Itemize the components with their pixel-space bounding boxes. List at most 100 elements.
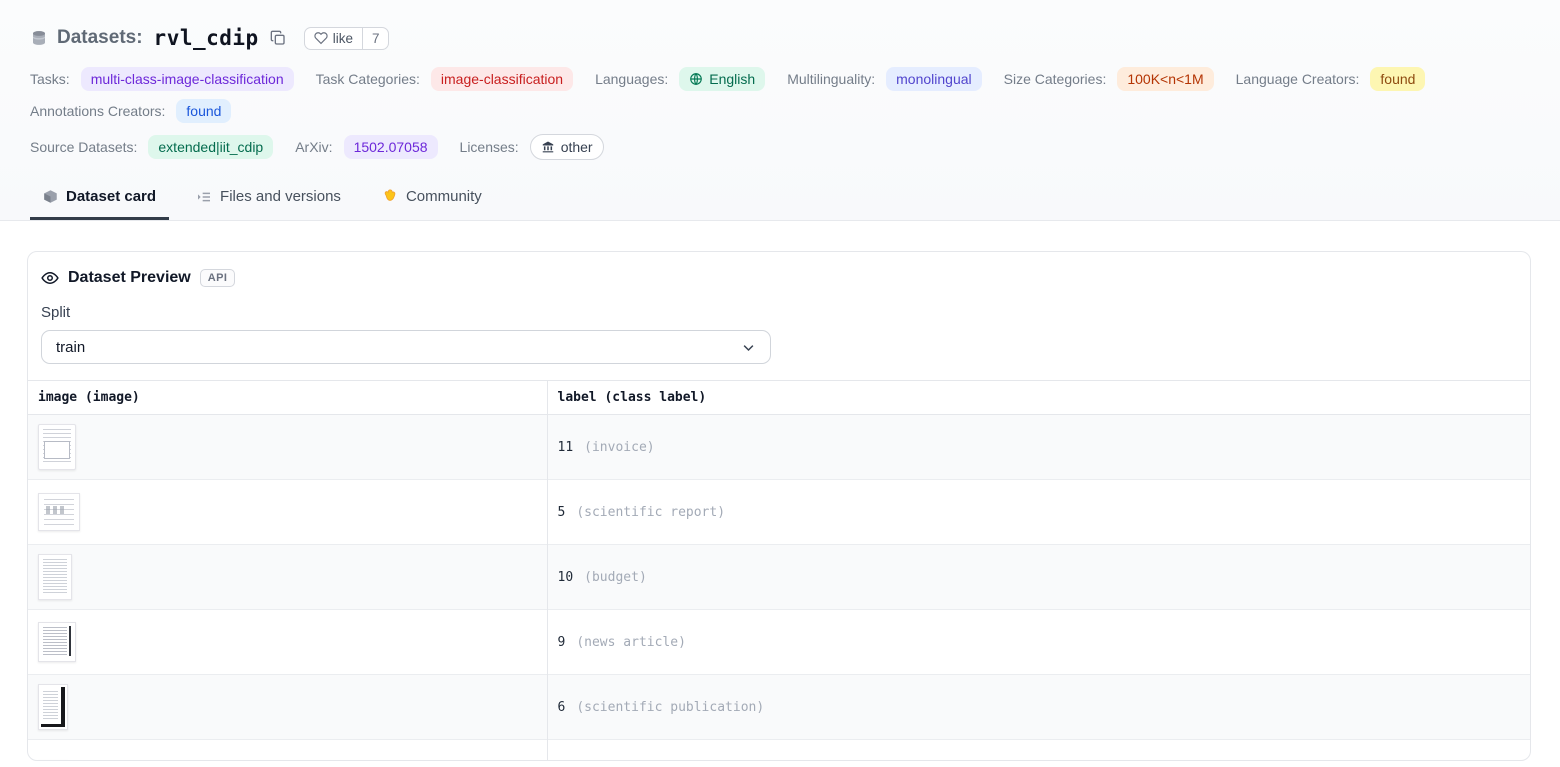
table-row: 10(budget) xyxy=(28,545,1530,610)
label-name: (budget) xyxy=(584,570,647,585)
cell-label xyxy=(547,740,1530,762)
tag-group: Licenses: other xyxy=(460,134,604,160)
column-header-image: image (image) xyxy=(28,381,547,415)
tag-group-label: Task Categories: xyxy=(316,71,420,87)
document-thumbnail[interactable] xyxy=(38,424,76,470)
tag-group-label: Language Creators: xyxy=(1236,71,1360,87)
tab-label: Files and versions xyxy=(220,188,341,205)
tag-pill-label: extended|iit_cdip xyxy=(158,138,263,156)
label-number: 9 xyxy=(558,635,566,650)
files-versions-icon xyxy=(196,189,212,205)
tag-pill-label: found xyxy=(1380,70,1415,88)
title-row: Datasets: rvl_cdip like 7 xyxy=(30,26,1530,50)
dataset-preview-card: Dataset Preview API Split train image (i… xyxy=(27,251,1531,761)
tag-group-label: Languages: xyxy=(595,71,668,87)
waving-hand-icon xyxy=(381,188,398,205)
document-thumbnail[interactable] xyxy=(38,622,76,662)
tag-pill[interactable]: English xyxy=(679,67,765,91)
like-button[interactable]: like 7 xyxy=(304,27,390,50)
tag-pill[interactable]: 1502.07058 xyxy=(344,135,438,159)
split-select[interactable]: train xyxy=(41,330,771,364)
tag-group-label: Tasks: xyxy=(30,71,70,87)
page-title[interactable]: Datasets: xyxy=(57,27,143,49)
table-row: 5(scientific report) xyxy=(28,480,1530,545)
tag-pill-label: monolingual xyxy=(896,70,972,88)
cell-label: 9 (news article) xyxy=(547,610,1530,675)
globe-icon xyxy=(689,72,703,86)
label-number: 6 xyxy=(558,700,566,715)
cell-image xyxy=(28,675,547,740)
tag-group-label: Licenses: xyxy=(460,139,519,155)
cell-label: 5(scientific report) xyxy=(547,480,1530,545)
label-number: 11 xyxy=(558,440,574,455)
tag-pill[interactable]: other xyxy=(530,134,604,160)
bank-icon xyxy=(541,140,555,154)
cell-image xyxy=(28,415,547,480)
tag-pill-label: multi-class-image-classification xyxy=(91,70,284,88)
like-label: like xyxy=(333,31,353,46)
dataset-card-icon xyxy=(43,189,58,204)
tag-group: Language Creators: found xyxy=(1236,67,1426,91)
document-thumbnail[interactable] xyxy=(38,493,80,531)
eye-icon xyxy=(41,269,59,287)
tag-row-secondary: Source Datasets: extended|iit_cdip ArXiv: 1… xyxy=(30,134,1530,164)
cell-label: 10(budget) xyxy=(547,545,1530,610)
table-header-row: image (image) label (class label) xyxy=(28,381,1530,415)
label-name: (news article) xyxy=(576,635,686,650)
tab-label: Dataset card xyxy=(66,188,156,205)
label-number: 5 xyxy=(558,505,566,520)
cell-image xyxy=(28,610,547,675)
tag-group: Task Categories: image-classification xyxy=(316,67,573,91)
tag-group: Source Datasets: extended|iit_cdip xyxy=(30,135,273,159)
table-row: 9 (news article) xyxy=(28,610,1530,675)
table-row: 6 (scientific publication) xyxy=(28,675,1530,740)
document-thumbnail[interactable] xyxy=(38,554,72,600)
like-count[interactable]: 7 xyxy=(362,28,389,49)
column-header-label: label (class label) xyxy=(547,381,1530,415)
tab-community[interactable]: Community xyxy=(368,176,495,220)
label-name: (invoice) xyxy=(584,440,654,455)
tag-group-label: ArXiv: xyxy=(295,139,332,155)
tag-pill-label: other xyxy=(561,138,593,156)
tag-pill-label: 1502.07058 xyxy=(354,138,428,156)
document-thumbnail[interactable] xyxy=(38,760,68,761)
tag-group: Multilinguality: monolingual xyxy=(787,67,981,91)
tag-group-label: Source Datasets: xyxy=(30,139,137,155)
tag-group-label: Size Categories: xyxy=(1004,71,1107,87)
cell-label: 6 (scientific publication) xyxy=(547,675,1530,740)
cell-label: 11 (invoice) xyxy=(547,415,1530,480)
tag-pill-label: 100K<n<1M xyxy=(1127,70,1203,88)
tag-pill[interactable]: image-classification xyxy=(431,67,573,91)
tag-pill[interactable]: found xyxy=(176,99,231,123)
tag-pill[interactable]: found xyxy=(1370,67,1425,91)
document-thumbnail[interactable] xyxy=(38,684,68,730)
cell-image xyxy=(28,480,547,545)
database-icon xyxy=(30,29,48,47)
tag-pill-label: English xyxy=(709,70,755,88)
tag-group-label: Annotations Creators: xyxy=(30,103,165,119)
page-header: Datasets: rvl_cdip like 7 Tasks: multi-cl… xyxy=(0,0,1560,221)
tag-pill[interactable]: monolingual xyxy=(886,67,982,91)
tab-dataset-card[interactable]: Dataset card xyxy=(30,176,169,220)
tag-pill-label: image-classification xyxy=(441,70,563,88)
tag-group: Annotations Creators: found xyxy=(30,99,231,123)
copy-icon[interactable] xyxy=(268,28,288,48)
tab-files-and-versions[interactable]: Files and versions xyxy=(183,176,354,220)
tag-pill-label: found xyxy=(186,102,221,120)
tag-pill[interactable]: multi-class-image-classification xyxy=(81,67,294,91)
cell-image xyxy=(28,740,547,762)
table-row xyxy=(28,740,1530,762)
dataset-name: rvl_cdip xyxy=(154,26,259,50)
tag-pill[interactable]: extended|iit_cdip xyxy=(148,135,273,159)
api-badge[interactable]: API xyxy=(200,269,236,287)
tab-label: Community xyxy=(406,188,482,205)
split-label: Split xyxy=(41,304,1517,321)
tag-pill[interactable]: 100K<n<1M xyxy=(1117,67,1213,91)
tag-group: ArXiv: 1502.07058 xyxy=(295,135,437,159)
tag-group: Size Categories: 100K<n<1M xyxy=(1004,67,1214,91)
tag-group: Languages: English xyxy=(595,67,765,91)
chevron-down-icon xyxy=(741,340,756,355)
label-name: (scientific publication) xyxy=(576,700,764,715)
tag-group-label: Multilinguality: xyxy=(787,71,875,87)
table-row: 11 (invoice) xyxy=(28,415,1530,480)
